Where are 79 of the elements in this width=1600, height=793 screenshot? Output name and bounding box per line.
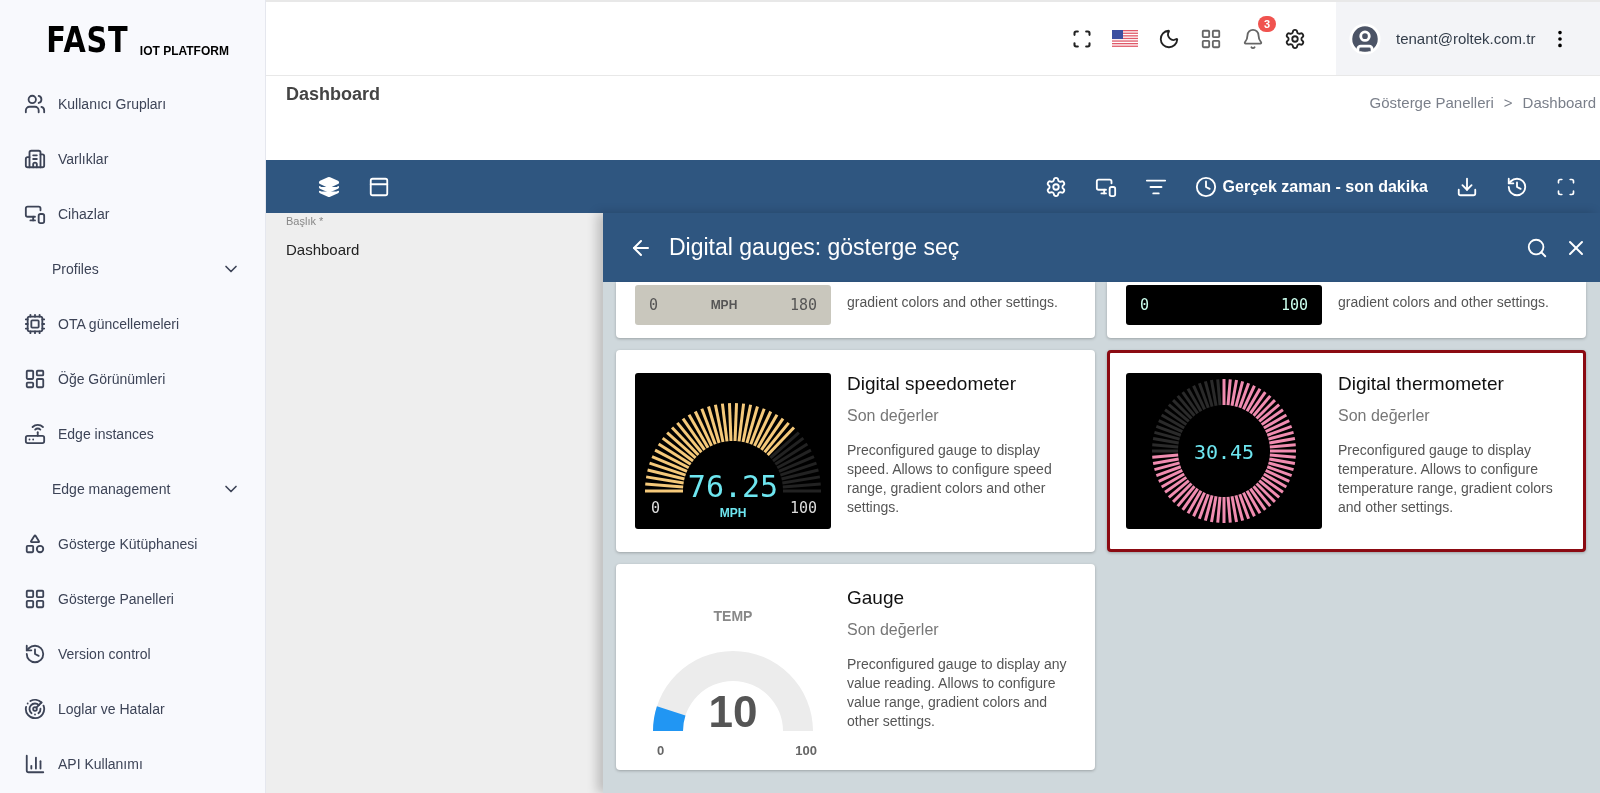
menu-icon [24,92,46,115]
widget-description: gradient colors and other settings. [1338,293,1549,312]
max-value: 100 [1280,296,1308,314]
sidebar-item[interactable]: Loglar ve Hatalar [0,681,265,736]
logo: FAST IOT PLATFORM [45,18,230,62]
page-title: Dashboard [286,84,381,106]
sidebar-item[interactable]: Cihazlar [0,186,265,241]
widget-description: Preconfigured gauge to display speed. Allows to configure speed range, gradient colors and other settings. [847,441,1053,517]
menu-icon [24,697,46,720]
widget-subtitle: Son değerler [847,407,940,425]
gauge-value: 10 [708,687,758,736]
widget-description: gradient colors and other settings. [847,293,1058,312]
max-value: 180 [789,296,817,314]
fullscreen-icon[interactable] [1072,28,1092,49]
sidebar-item[interactable]: Gösterge Panelleri [0,571,265,626]
menu-icon [24,752,46,775]
widget-title: Digital speedometer [847,373,1017,395]
widget-subtitle: Son değerler [1338,407,1431,425]
clock-icon [1194,175,1217,198]
widget-card[interactable]: 30.45 Digital thermometer Son değerler Preconfigured gauge to display temperature. Allows to configure temperature range, gradient colors and other settings. [1107,350,1586,552]
sidebar-item[interactable]: Edge instances [0,406,265,461]
notification-badge: 3 [1257,15,1276,32]
download-icon[interactable] [1456,175,1478,198]
widget-title: Gauge [847,587,906,609]
sidebar-item[interactable]: Kullanıcı Grupları [0,76,265,131]
unit-label: MPH [710,298,738,312]
layout-icon[interactable] [368,175,390,198]
moon-icon[interactable] [1158,27,1180,50]
flag-icon[interactable] [1112,29,1138,48]
breadcrumb-separator: > [1503,94,1513,113]
menu-icon [24,532,46,555]
settings-icon[interactable] [1044,175,1067,198]
breadcrumb-current: Dashboard [1522,94,1596,113]
max-value: 100 [789,499,817,517]
menu-icon [24,367,46,390]
gauge-label: TEMP [713,608,753,624]
min-value: 0 [649,296,659,314]
widget-description: Preconfigured gauge to display temperature. Allows to configure temperature range, gradient colors and other settings. [1338,441,1554,517]
sidebar-section[interactable]: Profiles [0,241,265,296]
grid-icon[interactable] [1200,27,1222,50]
settings-icon[interactable] [1284,27,1306,50]
widget-subtitle: Son değerler [847,621,940,639]
min-value: 0 [1140,296,1150,314]
field-label: Başlık * [286,215,325,227]
min-value: 0 [657,743,665,758]
temperature-value: 30.45 [1193,440,1255,464]
avatar-icon [1348,21,1382,56]
menu-icon [24,587,46,610]
breadcrumb-link[interactable]: Gösterge Panelleri [1369,94,1494,160]
menu-icon [24,312,46,335]
picker-title: Digital gauges: gösterge seç [669,234,961,261]
sidebar-item[interactable]: API Kullanımı [0,736,265,791]
sidebar-item[interactable]: OTA güncellemeleri [0,296,265,351]
widget-description: Preconfigured gauge to display any value reading. Allows to configure value range, gradient colors and other settings. [847,655,1068,731]
sidebar-item[interactable]: Öğe Görünümleri [0,351,265,406]
history-icon[interactable] [1506,175,1528,198]
sidebar-item[interactable]: Version control [0,626,265,681]
min-value: 0 [651,499,661,517]
menu-icon [24,422,46,445]
widget-card[interactable]: 0 MPH 180 gradient colors and other settings. [616,282,1095,338]
menu-icon [24,642,46,665]
layers-icon[interactable] [318,175,340,198]
user-email: tenant@roltek.com.tr [1396,30,1536,47]
bell-icon [1242,27,1264,50]
widget-title: Digital thermometer [1338,373,1505,395]
fullscreen-icon[interactable] [1556,176,1576,197]
title-field[interactable]: Dashboard [286,241,583,258]
widget-card[interactable]: TEMP 10 0 100 Gauge Son değerler Preconfigured gauge to display any value reading. Allows to configure value range, gradient colors and other settings. [616,564,1095,770]
sidebar-item[interactable]: Gösterge Kütüphanesi [0,516,265,571]
speed-value: 76.25 [687,469,779,504]
timewindow-button[interactable]: Gerçek zaman - son dakika [1194,175,1428,198]
search-icon[interactable] [1526,236,1548,259]
widget-card[interactable]: 76.25 0 MPH 100 Digital speedometer Son değerler Preconfigured gauge to display speed. Allows to configure speed range, gradient colors and other settings. [616,350,1095,552]
menu-icon [24,147,46,170]
sidebar-section[interactable]: Edge management [0,461,265,516]
max-value: 100 [795,743,817,758]
unit-label: MPH [719,506,747,520]
widget-card[interactable]: 0 100 gradient colors and other settings. [1107,282,1586,338]
sidebar-item[interactable]: Varlıklar [0,131,265,186]
